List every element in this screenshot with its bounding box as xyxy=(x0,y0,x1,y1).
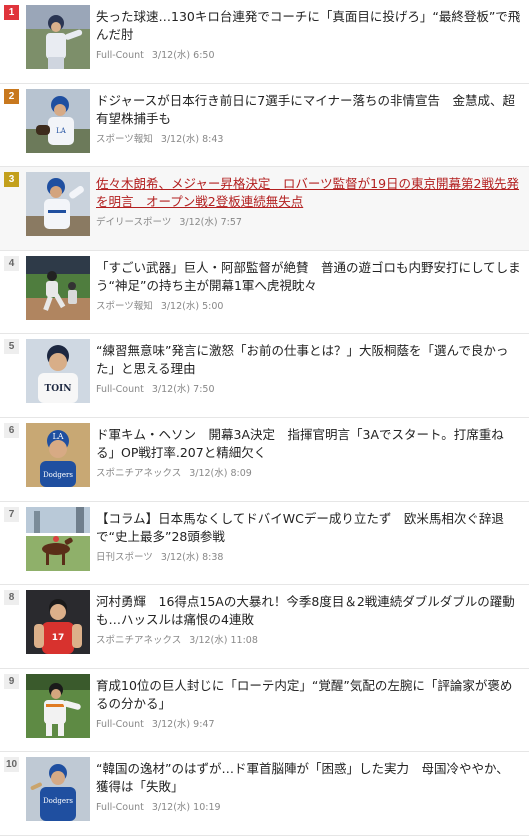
list-item[interactable]: 7 【コラム】日本馬なくしてドバイWCデー成り立たず 欧米馬相次ぐ辞退で“史上最… xyxy=(0,501,529,586)
baseball-pitcher-photo-icon[interactable] xyxy=(26,5,90,69)
rank-badge: 10 xyxy=(4,757,19,773)
article-source: Full-Count xyxy=(96,718,144,730)
dodgers-batter-photo-icon[interactable]: Dodgers xyxy=(26,757,90,822)
baseball-runner-photo-icon[interactable] xyxy=(26,255,90,320)
article-title-link[interactable]: ド軍キム・ヘソン 開幕3A決定 指揮官明言「3Aでスタート。打席重ねる」OP戦打… xyxy=(96,426,521,462)
list-item[interactable]: 6 LA Dodgers ド軍キム・ヘソン 開幕3A決定 指揮官明言「3Aでスタ… xyxy=(0,417,529,502)
dodgers-player-photo-icon[interactable]: LA xyxy=(26,88,90,153)
ranking-list: 1 失った球速…130キロ台連発でコーチに「真面目に投げろ」“最終登板”で飛んだ… xyxy=(0,0,529,836)
rank-badge: 6 xyxy=(4,422,19,438)
rank-badge: 5 xyxy=(4,339,19,355)
list-item[interactable]: 8 17 河村勇輝 16得点15Aの大暴れ！今季8度目＆2戦連続ダブルダブルの躍… xyxy=(0,585,529,669)
horse-race-photo-icon[interactable] xyxy=(26,506,90,571)
list-item[interactable]: 10 Dodgers “韓国の逸材”のはずが…ド軍首脳陣が「困惑」した実力 母国… xyxy=(0,752,529,836)
article-title-link[interactable]: “練習無意味”発言に激怒「お前の仕事とは？」大阪桐蔭を「選んで良かった」と思える… xyxy=(96,342,521,378)
dodgers-pitcher-photo-icon[interactable] xyxy=(26,172,90,237)
article-time: 3/12(水) 11:08 xyxy=(189,635,258,647)
article-meta: デイリースポーツ 3/12(水) 7:57 xyxy=(96,217,250,229)
svg-text:17: 17 xyxy=(52,633,65,643)
article-meta: Full-Count 3/12(水) 10:19 xyxy=(96,802,229,814)
article-source: Full-Count xyxy=(96,50,144,61)
article-source: デイリースポーツ xyxy=(96,217,172,229)
svg-text:LA: LA xyxy=(56,127,67,135)
rank-badge: 8 xyxy=(4,590,19,606)
giants-pitcher-photo-icon[interactable] xyxy=(26,673,90,738)
article-meta: Full-Count 3/12(水) 6:50 xyxy=(96,50,223,62)
article-meta: スポニチアネックス 3/12(水) 11:08 xyxy=(96,635,266,647)
toin-player-photo-icon[interactable]: TOIN xyxy=(26,339,90,404)
article-meta: Full-Count 3/12(水) 7:50 xyxy=(96,384,223,396)
article-time: 3/12(水) 7:50 xyxy=(151,384,215,396)
svg-text:LA: LA xyxy=(52,432,63,441)
article-title-link[interactable]: 【コラム】日本馬なくしてドバイWCデー成り立たず 欧米馬相次ぐ辞退で“史上最多”… xyxy=(96,510,521,546)
article-title-link[interactable]: ドジャースが日本行き前日に7選手にマイナー落ちの非情宣告 金慧成、超有望株捕手も xyxy=(96,92,521,128)
article-time: 3/12(水) 8:38 xyxy=(160,551,224,563)
svg-text:Dodgers: Dodgers xyxy=(43,797,73,805)
article-time: 3/12(水) 8:43 xyxy=(160,133,224,145)
article-time: 3/12(水) 6:50 xyxy=(151,50,215,61)
article-source: スポニチアネックス xyxy=(96,635,182,647)
article-source: Full-Count xyxy=(96,802,144,814)
article-meta: スポニチアネックス 3/12(水) 8:09 xyxy=(96,468,260,480)
article-time: 3/12(水) 8:09 xyxy=(189,467,252,479)
list-item[interactable]: 9 育成10位の巨人封じに「ローテ内定」“覚醒”気配の左腕に「評論家が褒めるの分… xyxy=(0,668,529,753)
article-title-link[interactable]: “韓国の逸材”のはずが…ド軍首脳陣が「困惑」した実力 母国冷ややか、獲得は「失敗… xyxy=(96,760,521,796)
rank-badge: 2 xyxy=(4,88,19,104)
rank-badge: 7 xyxy=(4,506,19,522)
article-meta: スポーツ報知 3/12(水) 8:43 xyxy=(96,134,231,146)
list-item[interactable]: 1 失った球速…130キロ台連発でコーチに「真面目に投げろ」“最終登板”で飛んだ… xyxy=(0,0,529,84)
article-source: スポーツ報知 xyxy=(96,300,153,312)
article-title-link[interactable]: 失った球速…130キロ台連発でコーチに「真面目に投げろ」“最終登板”で飛んだ肘 xyxy=(96,8,521,44)
dodgers-infielder-photo-icon[interactable]: LA Dodgers xyxy=(26,422,90,487)
svg-text:Dodgers: Dodgers xyxy=(43,471,73,479)
article-title-link[interactable]: 佐々木朗希、メジャー昇格決定 ロバーツ監督が19日の東京開幕第2戦先発を明言 オ… xyxy=(96,175,521,211)
basketball-player-photo-icon[interactable]: 17 xyxy=(26,590,90,655)
rank-badge: 1 xyxy=(4,5,19,20)
article-source: Full-Count xyxy=(96,384,144,396)
article-time: 3/12(水) 10:19 xyxy=(151,802,221,814)
article-source: スポーツ報知 xyxy=(96,133,153,145)
list-item[interactable]: 2 LA ドジャースが日本行き前日に7選手にマイナー落ちの非情宣告 金慧成、超有… xyxy=(0,83,529,168)
rank-badge: 3 xyxy=(4,172,19,188)
article-meta: Full-Count 3/12(水) 9:47 xyxy=(96,719,223,731)
list-item[interactable]: 4 「すごい武器」巨人・阿部監督が絶賛 普通の遊ゴロも内野安打にしてしまう“神足… xyxy=(0,250,529,335)
article-meta: スポーツ報知 3/12(水) 5:00 xyxy=(96,301,231,313)
article-meta: 日刊スポーツ 3/12(水) 8:38 xyxy=(96,552,231,564)
article-title-link[interactable]: 育成10位の巨人封じに「ローテ内定」“覚醒”気配の左腕に「評論家が褒めるの分かる… xyxy=(96,677,521,713)
article-time: 3/12(水) 5:00 xyxy=(160,300,224,312)
article-time: 3/12(水) 7:57 xyxy=(179,217,242,229)
article-source: スポニチアネックス xyxy=(96,467,182,479)
article-source: 日刊スポーツ xyxy=(96,551,153,563)
article-title-link[interactable]: 「すごい武器」巨人・阿部監督が絶賛 普通の遊ゴロも内野安打にしてしまう“神足”の… xyxy=(96,259,521,295)
article-title-link[interactable]: 河村勇輝 16得点15Aの大暴れ！今季8度目＆2戦連続ダブルダブルの躍動も…ハッ… xyxy=(96,593,521,629)
rank-badge: 4 xyxy=(4,255,19,271)
svg-text:TOIN: TOIN xyxy=(45,384,72,394)
article-time: 3/12(水) 9:47 xyxy=(151,718,215,730)
list-item[interactable]: 5 TOIN “練習無意味”発言に激怒「お前の仕事とは？」大阪桐蔭を「選んで良か… xyxy=(0,334,529,418)
rank-badge: 9 xyxy=(4,673,19,689)
list-item[interactable]: 3 佐々木朗希、メジャー昇格決定 ロバーツ監督が19日の東京開幕第2戦先発を明言… xyxy=(0,167,529,251)
